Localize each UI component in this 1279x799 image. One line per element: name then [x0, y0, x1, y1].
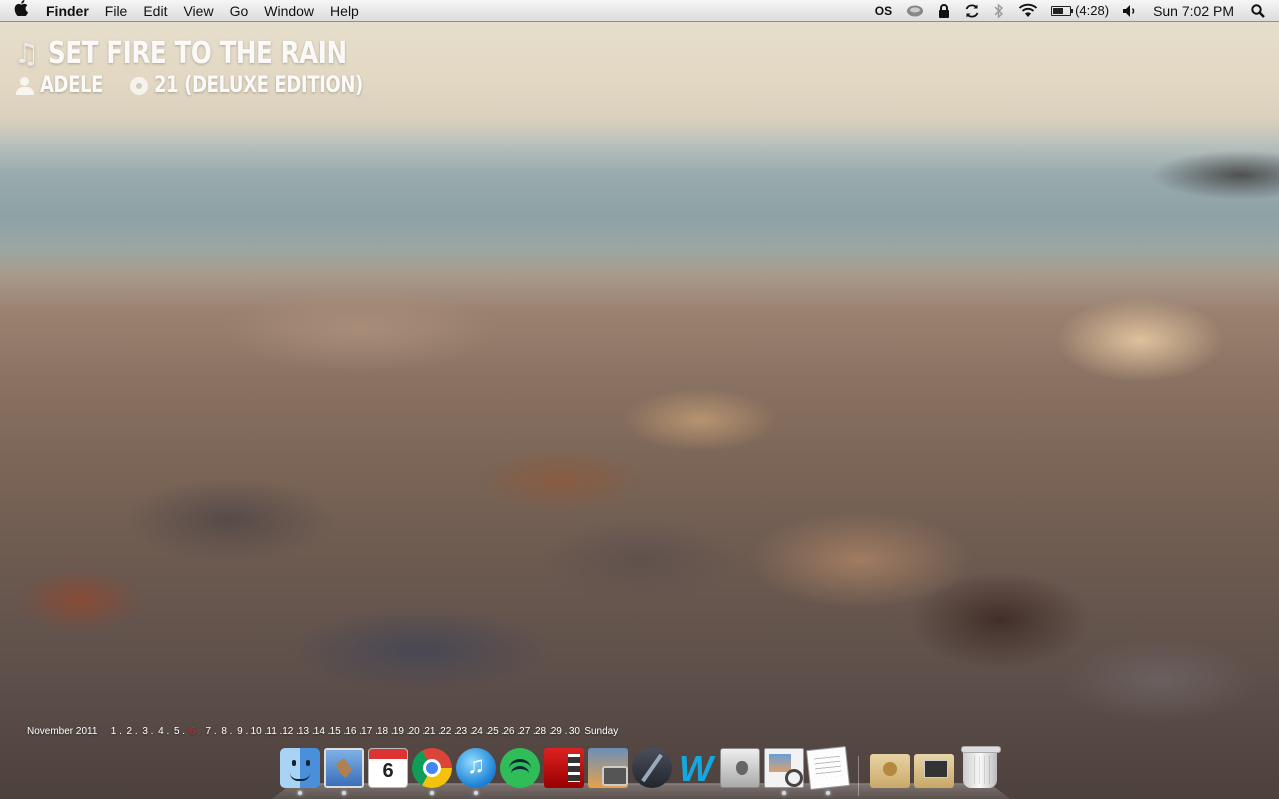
calendar-day: 1 .: [110, 726, 122, 737]
calendar-strip-widget: November 2011 1 . 2 . 3 . 4 .5 .6 . 7 . 8 . 9 …: [27, 726, 618, 737]
spotify-icon: [500, 748, 540, 788]
menu-help[interactable]: Help: [322, 0, 367, 22]
calendar-icon: 6: [368, 748, 408, 788]
itunes-icon: [456, 748, 496, 788]
calendar-day: 2 .: [126, 726, 138, 737]
calendar-day: 20 .: [408, 726, 426, 737]
sync-icon[interactable]: [957, 0, 987, 22]
calendar-day: 12 .: [282, 726, 299, 737]
menu-app-finder[interactable]: Finder: [42, 0, 97, 22]
calendar-day: 7 .: [205, 726, 217, 737]
calendar-day: 28 .: [534, 726, 552, 737]
calendar-day: 30: [568, 726, 580, 737]
dock-mail[interactable]: [324, 748, 364, 795]
dock-photo-booth[interactable]: [544, 748, 584, 788]
mail-icon: [324, 748, 364, 788]
calendar-day: 23 .: [455, 726, 473, 737]
calendar-month: November 2011: [27, 726, 98, 737]
calendar-day: 15 .: [329, 726, 347, 737]
wifi-icon[interactable]: [1011, 0, 1045, 22]
menu-go[interactable]: Go: [222, 0, 257, 22]
lock-icon[interactable]: [931, 0, 957, 22]
calendar-day: 19 .: [392, 726, 410, 737]
trash-icon: [961, 746, 1001, 788]
photo-booth-icon: [544, 748, 584, 788]
dock-ical[interactable]: 6: [368, 748, 408, 788]
calendar-day: 25 .: [487, 726, 505, 737]
lastfm-status-icon[interactable]: OS: [868, 0, 899, 22]
menu-clock[interactable]: Sun 7:02 PM: [1145, 3, 1244, 19]
battery-time: (4:28): [1075, 3, 1110, 18]
apple-menu-icon[interactable]: [0, 0, 42, 21]
menu-bar: Finder File Edit View Go Window Help OS …: [0, 0, 1279, 22]
dock-downloads-stack[interactable]: [870, 748, 910, 788]
calendar-day: 14 .: [313, 726, 331, 737]
calendar-day: 13 .: [297, 726, 315, 737]
xcode-icon: [632, 748, 672, 788]
chrome-icon: [412, 748, 452, 788]
menu-edit[interactable]: Edit: [135, 0, 175, 22]
bluetooth-icon[interactable]: [987, 0, 1011, 22]
spotlight-search-icon[interactable]: [1244, 0, 1279, 22]
calendar-day: 3 .: [142, 726, 154, 737]
dock-textedit[interactable]: [806, 746, 850, 795]
dock-chrome[interactable]: [412, 748, 452, 795]
wordpress-icon: [676, 748, 716, 790]
dock-wordpress[interactable]: [676, 748, 716, 790]
battery-icon: [1051, 5, 1074, 16]
dock-preview[interactable]: [764, 748, 804, 795]
calendar-day: 22 .: [440, 726, 457, 737]
applications-folder-icon: [914, 754, 954, 788]
dock: 6: [272, 744, 1010, 799]
downloads-folder-icon: [870, 754, 910, 788]
dock-finder[interactable]: [280, 748, 320, 795]
calendar-day: 11 .: [266, 726, 283, 737]
track-title: SET FIRE TO THE RAIN: [48, 36, 347, 71]
dock-spotify[interactable]: [500, 748, 540, 788]
battery-status[interactable]: (4:28): [1045, 3, 1115, 18]
track-album: 21 (DELUXE EDITION): [154, 73, 363, 98]
track-artist: ADELE: [40, 73, 104, 98]
menu-view[interactable]: View: [175, 0, 221, 22]
cloud-app-icon[interactable]: [899, 0, 931, 22]
calendar-days: 1 .2 .3 .4 .5 .6 .7 .8 .9 . 10 .11 .12 .1…: [108, 726, 582, 737]
now-playing-widget: ♫ SET FIRE TO THE RAIN ADELE 21 (DELUXE …: [14, 36, 412, 98]
finder-icon: [280, 748, 320, 788]
calendar-day: 26 .: [503, 726, 521, 737]
calendar-day: 17 .: [361, 726, 378, 737]
calendar-day: 5 .: [173, 726, 186, 737]
calendar-day: 4 .: [158, 726, 170, 737]
album-disc-icon: [130, 76, 148, 95]
menu-window[interactable]: Window: [256, 0, 322, 22]
dock-itunes[interactable]: [456, 748, 496, 795]
artist-icon: [14, 76, 36, 96]
dock-separator: [858, 756, 859, 796]
calendar-day: 27 .: [519, 726, 536, 737]
dock-boot-camp[interactable]: [720, 748, 760, 788]
calendar-weekday: Sunday: [584, 726, 619, 737]
calendar-day: 21 .: [424, 726, 442, 737]
desktop-wallpaper: [0, 0, 1279, 799]
calendar-day: 29 .: [550, 726, 568, 737]
calendar-day: 16 .: [345, 726, 363, 737]
dock-iphoto[interactable]: [588, 748, 628, 788]
dock-applications-stack[interactable]: [914, 748, 954, 788]
iphoto-icon: [588, 748, 628, 788]
calendar-day: 10 .: [250, 726, 268, 737]
menu-file[interactable]: File: [97, 0, 136, 22]
calendar-day: 8 .: [221, 726, 233, 737]
boot-camp-icon: [720, 748, 760, 788]
volume-icon[interactable]: [1115, 0, 1145, 22]
calendar-day: 6 .: [189, 726, 201, 737]
textedit-icon: [806, 746, 850, 790]
dock-xcode[interactable]: [632, 748, 672, 788]
dock-trash[interactable]: [960, 746, 1001, 788]
calendar-day: 18 .: [376, 726, 394, 737]
calendar-day: 9 .: [237, 726, 249, 737]
preview-icon: [764, 748, 804, 788]
music-note-icon: ♫: [14, 37, 40, 70]
calendar-day: 24 .: [471, 726, 489, 737]
